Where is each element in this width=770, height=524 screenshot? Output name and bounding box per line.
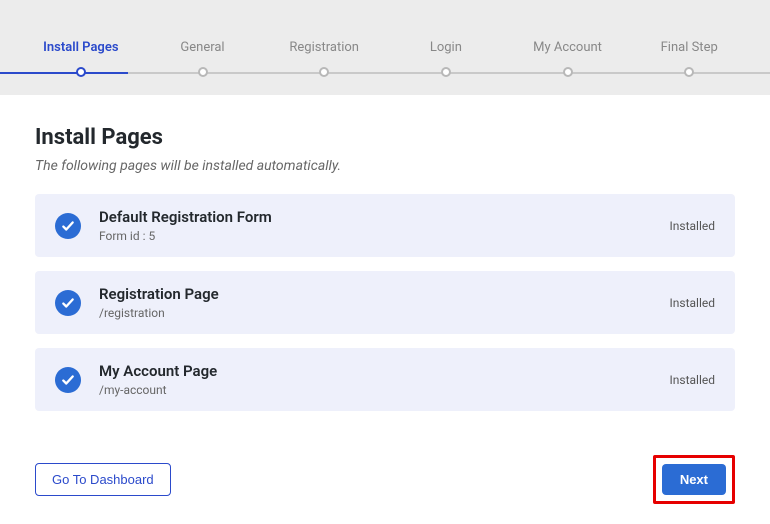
step-label: Final Step	[661, 40, 718, 55]
stepper-bar: Install Pages General Registration Login…	[0, 0, 770, 95]
card-status: Installed	[669, 219, 715, 233]
step-label: General	[180, 40, 224, 55]
step-dot-icon	[198, 67, 208, 77]
check-icon	[55, 213, 81, 239]
step-registration[interactable]: Registration	[263, 0, 385, 95]
card-text: Default Registration Form Form id : 5	[99, 208, 669, 243]
step-label: My Account	[533, 40, 602, 55]
next-highlight-box: Next	[653, 455, 735, 504]
go-to-dashboard-button[interactable]: Go To Dashboard	[35, 463, 171, 496]
install-card: Default Registration Form Form id : 5 In…	[35, 194, 735, 257]
stepper: Install Pages General Registration Login…	[0, 0, 770, 95]
check-icon	[55, 367, 81, 393]
step-dot-icon	[441, 67, 451, 77]
card-status: Installed	[669, 296, 715, 310]
install-card: Registration Page /registration Installe…	[35, 271, 735, 334]
step-label: Install Pages	[43, 40, 118, 55]
step-dot-icon	[319, 67, 329, 77]
card-sub: /registration	[99, 306, 669, 320]
card-status: Installed	[669, 373, 715, 387]
step-my-account[interactable]: My Account	[507, 0, 629, 95]
step-dot-icon	[684, 67, 694, 77]
card-sub: /my-account	[99, 383, 669, 397]
card-text: Registration Page /registration	[99, 285, 669, 320]
card-sub: Form id : 5	[99, 229, 669, 243]
step-login[interactable]: Login	[385, 0, 507, 95]
check-icon	[55, 290, 81, 316]
step-general[interactable]: General	[142, 0, 264, 95]
card-title: My Account Page	[99, 362, 669, 380]
card-title: Default Registration Form	[99, 208, 669, 226]
step-progress-done	[0, 72, 128, 74]
step-dot-icon	[563, 67, 573, 77]
install-card: My Account Page /my-account Installed	[35, 348, 735, 411]
step-final[interactable]: Final Step	[628, 0, 750, 95]
main-content: Install Pages The following pages will b…	[0, 95, 770, 445]
step-dot-icon	[76, 67, 86, 77]
page-subtitle: The following pages will be installed au…	[35, 158, 735, 174]
page-title: Install Pages	[35, 125, 735, 150]
step-install-pages[interactable]: Install Pages	[20, 0, 142, 95]
next-button[interactable]: Next	[662, 464, 726, 495]
step-label: Login	[430, 40, 462, 55]
card-title: Registration Page	[99, 285, 669, 303]
card-text: My Account Page /my-account	[99, 362, 669, 397]
footer: Go To Dashboard Next	[0, 445, 770, 524]
step-label: Registration	[289, 40, 359, 55]
